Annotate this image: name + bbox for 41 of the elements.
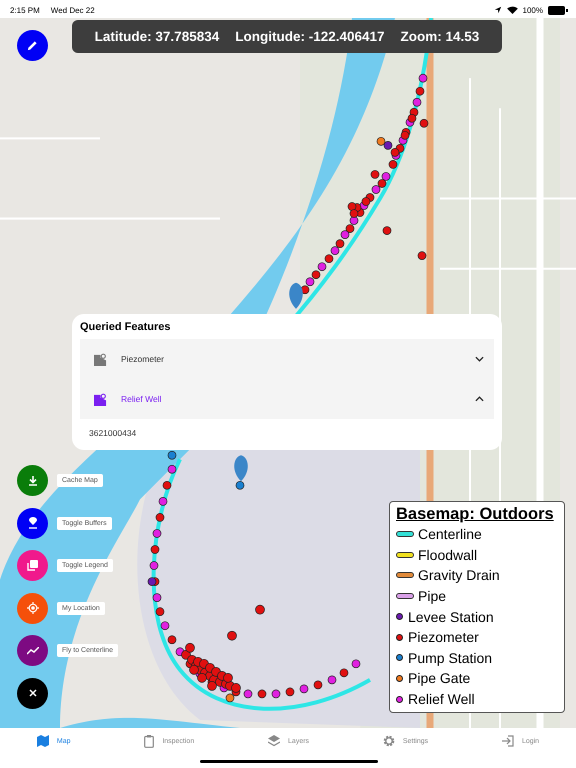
chevron-up-icon [475,396,484,402]
trend-line-icon [26,646,38,654]
feature-search-icon [94,352,107,366]
close-icon [28,689,36,697]
map-icon [36,735,49,747]
chevron-down-icon [475,356,484,362]
pencil-icon [27,40,38,51]
feature-search-icon [94,392,107,406]
zoom-text: Zoom: 14.53 [400,29,480,44]
location-pin-icon [28,517,38,529]
legend-label: Pipe Gate [408,670,470,686]
target-icon [26,602,38,614]
battery-icon [548,6,568,14]
copy-icon [27,560,38,571]
layers-icon [268,735,280,747]
feature-row[interactable]: Relief Well [80,379,494,419]
panel-title: Queried Features [80,321,172,333]
location-icon [494,6,502,14]
download-icon [28,476,38,486]
login-icon [502,735,514,747]
latitude-text: Latitude: 37.785834 [94,29,220,44]
settings-icon [382,735,395,747]
wifi-icon [506,6,518,14]
longitude-text: Longitude: -122.406417 [235,29,385,44]
feature-row[interactable]: Piezometer [80,339,494,379]
legend-label: Centerline [418,526,482,542]
map-pin-icon[interactable] [234,455,248,490]
legend-label: Gravity Drain [418,567,500,584]
legend-label: Relief Well [408,691,475,708]
legend-title: Basemap: Outdoors [396,505,555,524]
status-time: 2:15 PM [10,6,40,14]
feature-value: 3621000434 [88,427,138,440]
legend-label: Pump Station [408,650,492,666]
legend-label: Piezometer [408,629,479,646]
status-date: Wed Dec 22 [50,6,95,14]
clipboard-icon [144,735,154,748]
legend-label: Floodwall [418,546,478,563]
map-point-cluster[interactable] [300,74,428,294]
battery-level: 100% [522,6,543,14]
legend-label: Pipe [418,588,446,604]
legend-label: Levee Station [408,608,494,625]
